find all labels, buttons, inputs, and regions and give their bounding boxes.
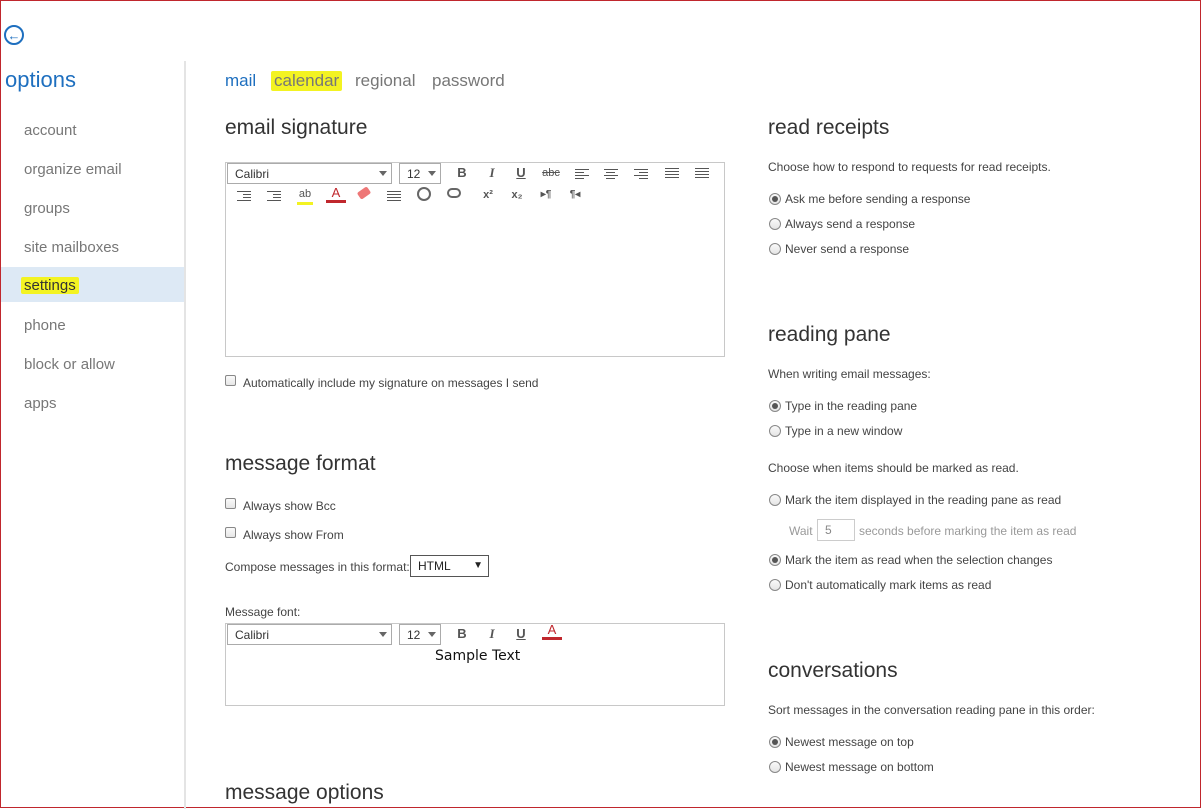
radio-dont-mark-read[interactable] <box>769 579 781 591</box>
tab-password[interactable]: password <box>432 71 505 91</box>
sidebar-item-apps[interactable]: apps <box>1 387 184 421</box>
wait-label: Wait <box>789 524 813 538</box>
rtl-icon[interactable]: ¶◂ <box>565 186 585 204</box>
font-color-icon[interactable]: A <box>542 623 562 640</box>
align-center-icon[interactable] <box>604 167 618 181</box>
bold-icon[interactable]: B <box>452 625 472 643</box>
radio-always-send[interactable] <box>769 218 781 230</box>
radio-label: Newest message on top <box>785 735 914 749</box>
chevron-down-icon <box>379 632 387 637</box>
radio-label: Don't automatically mark items as read <box>785 578 992 592</box>
message-size-select[interactable]: 12 <box>399 624 441 645</box>
radio-never-send[interactable] <box>769 243 781 255</box>
radio-label: Type in a new window <box>785 424 903 438</box>
sidebar-item-phone[interactable]: phone <box>1 309 184 343</box>
underline-icon[interactable]: U <box>511 164 531 182</box>
radio-type-in-reading-pane[interactable] <box>769 400 781 412</box>
italic-icon[interactable]: I <box>482 625 502 643</box>
sidebar-item-block-or-allow[interactable]: block or allow <box>1 348 184 382</box>
conversations-heading: conversations <box>768 659 898 682</box>
radio-newest-on-bottom[interactable] <box>769 761 781 773</box>
radio-label: Type in the reading pane <box>785 399 918 413</box>
always-show-from-label: Always show From <box>243 528 344 542</box>
sample-text: Sample Text <box>435 648 521 664</box>
radio-newest-on-top[interactable] <box>769 736 781 748</box>
always-show-from-checkbox[interactable] <box>225 527 236 538</box>
back-arrow-icon[interactable]: ← <box>4 25 24 45</box>
reading-pane-heading: reading pane <box>768 323 891 346</box>
mark-as-read-label: Choose when items should be marked as re… <box>768 461 1019 475</box>
sidebar-item-settings[interactable]: settings <box>1 267 184 302</box>
sidebar-item-organize-email[interactable]: organize email <box>1 153 184 187</box>
message-font-label: Message font: <box>225 605 301 619</box>
bullets-icon[interactable] <box>665 166 679 180</box>
writing-messages-label: When writing email messages: <box>768 367 931 381</box>
highlight-icon[interactable]: ab <box>297 188 313 205</box>
sidebar-item-groups[interactable]: groups <box>1 192 184 226</box>
numbering-icon[interactable] <box>695 166 709 180</box>
message-font-select[interactable]: Calibri <box>227 624 392 645</box>
compose-format-label: Compose messages in this format: <box>225 560 410 574</box>
radio-label: Mark the item displayed in the reading p… <box>785 493 1062 507</box>
align-left-icon[interactable] <box>575 167 589 181</box>
ltr-icon[interactable]: ▸¶ <box>536 186 556 204</box>
wait-seconds-input[interactable]: 5 <box>817 519 855 541</box>
remove-link-icon[interactable] <box>447 188 461 198</box>
chevron-down-icon <box>428 171 436 176</box>
radio-ask-before-sending[interactable] <box>769 193 781 205</box>
radio-mark-displayed-as-read[interactable] <box>769 494 781 506</box>
conversations-description: Sort messages in the conversation readin… <box>768 703 1095 717</box>
decrease-indent-icon[interactable] <box>237 189 251 203</box>
sidebar-divider <box>184 61 186 809</box>
radio-label: Mark the item as read when the selection… <box>785 553 1053 567</box>
bold-icon[interactable]: B <box>452 164 472 182</box>
dropdown-arrow-icon: ▼ <box>473 560 483 571</box>
sidebar-item-account[interactable]: account <box>1 114 184 148</box>
italic-icon[interactable]: I <box>482 164 502 182</box>
radio-label: Never send a response <box>785 242 910 256</box>
always-show-bcc-label: Always show Bcc <box>243 499 336 513</box>
strikethrough-icon[interactable]: abc <box>541 164 561 182</box>
radio-label: Always send a response <box>785 217 916 231</box>
signature-font-select[interactable]: Calibri <box>227 163 392 184</box>
read-receipts-heading: read receipts <box>768 116 890 139</box>
chevron-down-icon <box>379 171 387 176</box>
read-receipts-description: Choose how to respond to requests for re… <box>768 160 1051 174</box>
radio-label: Newest message on bottom <box>785 760 934 774</box>
radio-mark-on-selection-change[interactable] <box>769 554 781 566</box>
auto-include-signature-label: Automatically include my signature on me… <box>243 376 539 390</box>
signature-size-select[interactable]: 12 <box>399 163 441 184</box>
underline-icon[interactable]: U <box>511 625 531 643</box>
chevron-down-icon <box>428 632 436 637</box>
tab-calendar[interactable]: calendar <box>271 71 343 91</box>
radio-label: Ask me before sending a response <box>785 192 971 206</box>
message-options-heading: message options <box>225 781 384 804</box>
wait-suffix-label: seconds before marking the item as read <box>859 524 1077 538</box>
page-title: options <box>5 67 76 92</box>
sidebar-item-site-mailboxes[interactable]: site mailboxes <box>1 231 184 265</box>
email-signature-heading: email signature <box>225 116 368 139</box>
message-format-heading: message format <box>225 452 376 475</box>
font-color-icon[interactable]: A <box>326 186 346 203</box>
tab-mail[interactable]: mail <box>225 71 256 91</box>
always-show-bcc-checkbox[interactable] <box>225 498 236 509</box>
auto-include-signature-checkbox[interactable] <box>225 375 236 386</box>
radio-type-in-new-window[interactable] <box>769 425 781 437</box>
tab-regional[interactable]: regional <box>355 71 416 91</box>
paragraph-spacing-icon[interactable] <box>387 189 401 203</box>
superscript-icon[interactable]: x² <box>478 186 498 204</box>
align-right-icon[interactable] <box>634 167 648 181</box>
increase-indent-icon[interactable] <box>267 189 281 203</box>
insert-link-icon[interactable] <box>417 187 431 201</box>
subscript-icon[interactable]: x₂ <box>507 186 527 204</box>
compose-format-select[interactable]: HTML ▼ <box>410 555 489 577</box>
